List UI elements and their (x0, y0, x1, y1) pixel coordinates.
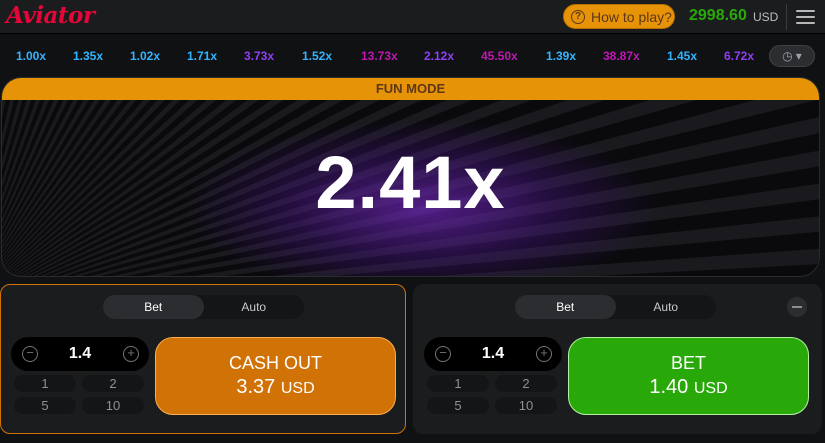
quick-amount-button[interactable]: 2 (495, 375, 557, 392)
history-item[interactable]: 45.50x (481, 46, 518, 66)
menu-icon[interactable] (796, 10, 815, 24)
history-item[interactable]: 1.52x (302, 46, 332, 66)
cash-out-amount-line: 3.37 USD (156, 376, 395, 399)
cash-out-button[interactable]: CASH OUT 3.37 USD (155, 337, 396, 415)
header: Aviator ? How to play? 2998.60 USD (0, 0, 825, 34)
bet-amount-stepper: − 1.4 + (424, 337, 562, 371)
history-item[interactable]: 1.39x (546, 46, 576, 66)
bet-amount: 1.40 (649, 376, 689, 398)
bet-panel-right: Bet Auto − 1.4 + 1 2 5 10 BET 1.40 USD (413, 284, 822, 434)
game-area: FUN MODE 2.41x (1, 77, 820, 277)
bet-currency: USD (693, 380, 728, 397)
bet-amount-input[interactable]: 1.4 (464, 345, 522, 363)
history-toggle-button[interactable]: ◷ ▾ (769, 45, 815, 67)
quick-amount-button[interactable]: 5 (14, 397, 76, 414)
bet-label: BET (670, 353, 706, 373)
tab-auto[interactable]: Auto (204, 295, 305, 319)
history-item[interactable]: 6.72x (724, 46, 754, 66)
bet-panel-left: Bet Auto − 1.4 + 1 2 5 10 CASH OUT 3.37 … (0, 284, 406, 434)
bet-mode-tabs: Bet Auto (515, 295, 716, 319)
remove-panel-icon[interactable] (787, 297, 807, 317)
bet-mode-tabs: Bet Auto (103, 295, 304, 319)
minus-icon[interactable]: − (435, 346, 451, 362)
quick-amount-button[interactable]: 10 (495, 397, 557, 414)
history-item[interactable]: 3.73x (244, 46, 274, 66)
tab-bet[interactable]: Bet (103, 295, 204, 319)
current-multiplier: 2.41x (315, 141, 506, 224)
bet-amount-line: 1.40 USD (569, 376, 808, 399)
history-item[interactable]: 2.12x (424, 46, 454, 66)
history-clock-icon: ◷ (782, 49, 793, 63)
quick-amount-button[interactable]: 1 (14, 375, 76, 392)
history-item[interactable]: 1.02x (130, 46, 160, 66)
question-icon: ? (571, 9, 585, 24)
tab-auto[interactable]: Auto (616, 295, 717, 319)
plus-icon[interactable]: + (123, 346, 139, 362)
history-item[interactable]: 1.45x (667, 46, 697, 66)
plus-icon[interactable]: + (536, 346, 552, 362)
bet-button[interactable]: BET 1.40 USD (568, 337, 809, 415)
history-item[interactable]: 13.73x (361, 46, 398, 66)
history-item[interactable]: 1.00x (16, 46, 46, 66)
quick-amount-button[interactable]: 5 (427, 397, 489, 414)
cash-out-currency: USD (280, 380, 315, 397)
quick-amount-button[interactable]: 2 (82, 375, 144, 392)
multiplier-history: 1.00x 1.35x 1.02x 1.71x 3.73x 1.52x 13.7… (0, 35, 825, 76)
fun-mode-banner: FUN MODE (2, 78, 819, 100)
how-to-play-label: How to play? (591, 8, 672, 25)
bet-amount-stepper: − 1.4 + (11, 337, 149, 371)
balance-amount: 2998.60 (689, 7, 747, 24)
quick-amount-button[interactable]: 10 (82, 397, 144, 414)
cash-out-label: CASH OUT (228, 353, 322, 373)
history-item[interactable]: 1.35x (73, 46, 103, 66)
cash-out-amount: 3.37 (236, 376, 276, 398)
minus-icon[interactable]: − (22, 346, 38, 362)
balance-currency: USD (753, 10, 779, 24)
how-to-play-button[interactable]: ? How to play? (563, 4, 675, 29)
history-item[interactable]: 38.87x (603, 46, 640, 66)
aviator-logo: Aviator (6, 2, 95, 29)
header-divider (786, 4, 787, 30)
bet-amount-input[interactable]: 1.4 (51, 345, 109, 363)
history-item[interactable]: 1.71x (187, 46, 217, 66)
quick-amount-button[interactable]: 1 (427, 375, 489, 392)
tab-bet[interactable]: Bet (515, 295, 616, 319)
chevron-down-icon: ▾ (795, 49, 802, 63)
